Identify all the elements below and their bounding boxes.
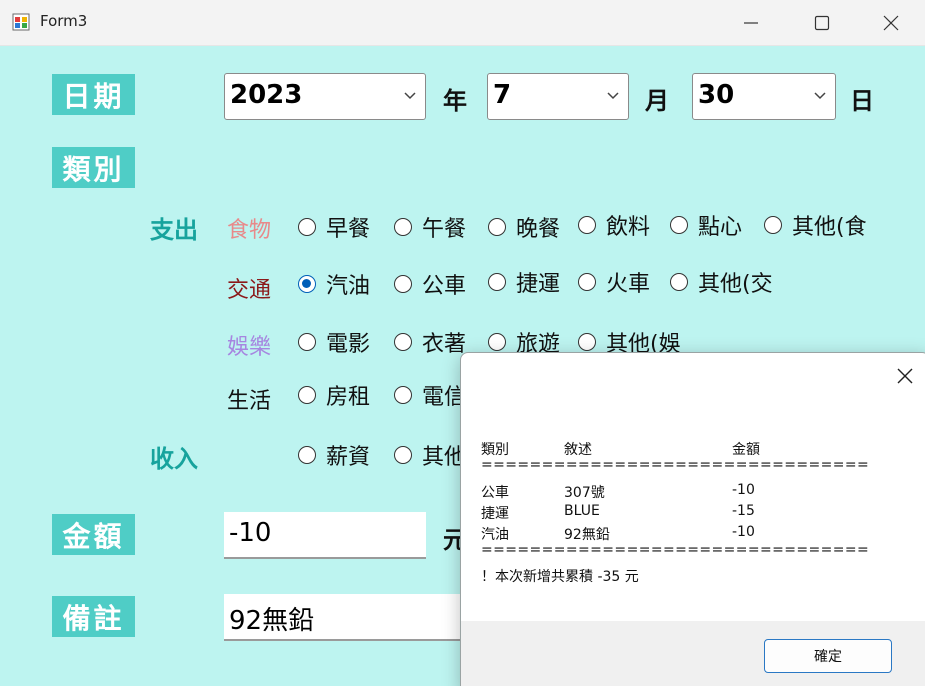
close-button[interactable] <box>856 0 925 46</box>
date-label: 日期 <box>52 74 135 115</box>
chevron-down-icon <box>404 92 416 100</box>
radio-selected-indicator <box>298 275 316 293</box>
expense-label: 支出 <box>150 216 198 244</box>
radio-snack[interactable]: 點心 <box>670 212 742 240</box>
message-dialog: 類別 敘述 金額 ===============================… <box>460 352 925 686</box>
row-description: BLUE <box>564 503 600 519</box>
chevron-down-icon <box>814 92 826 100</box>
radio-rent[interactable]: 房租 <box>298 382 370 410</box>
note-label: 備註 <box>52 596 135 637</box>
radio-transport-other[interactable]: 其他(交 <box>670 269 773 297</box>
row-category: 汽油 <box>481 527 509 543</box>
year-unit: 年 <box>443 87 467 115</box>
living-label: 生活 <box>227 389 272 414</box>
radio-dinner[interactable]: 晚餐 <box>488 214 560 242</box>
header-category: 類別 <box>481 442 509 458</box>
dialog-body: 類別 敘述 金額 ===============================… <box>461 399 925 621</box>
radio-mrt[interactable]: 捷運 <box>488 269 560 297</box>
dialog-footer: 確定 <box>461 621 925 686</box>
radio-clothing[interactable]: 衣著 <box>394 329 466 357</box>
day-select[interactable]: 30 <box>692 73 836 120</box>
note-input[interactable]: 92無鉛 <box>224 594 474 641</box>
entertainment-label: 娛樂 <box>227 335 272 360</box>
radio-train[interactable]: 火車 <box>578 269 650 297</box>
maximize-icon <box>814 15 830 31</box>
row-description: 92無鉛 <box>564 527 610 543</box>
category-label: 類別 <box>52 147 135 188</box>
year-select[interactable]: 2023 <box>224 73 426 120</box>
row-category: 捷運 <box>481 506 509 522</box>
summary-text: ！本次新增共累積 -35 元 <box>481 569 639 585</box>
radio-food-other[interactable]: 其他(食 <box>764 212 867 240</box>
minimize-button[interactable] <box>716 0 786 46</box>
income-label: 收入 <box>150 445 198 473</box>
close-icon <box>897 368 913 384</box>
month-unit: 月 <box>645 87 669 115</box>
radio-salary[interactable]: 薪資 <box>298 442 370 470</box>
radio-telecom[interactable]: 電信 <box>394 382 466 410</box>
amount-label: 金額 <box>52 514 135 555</box>
radio-gas[interactable]: 汽油 <box>298 271 370 299</box>
food-label: 食物 <box>227 218 272 243</box>
header-amount: 金額 <box>732 442 760 458</box>
app-icon <box>12 13 30 31</box>
month-select[interactable]: 7 <box>487 73 629 120</box>
amount-value: -10 <box>229 518 272 548</box>
separator-line: ================================ <box>481 457 870 473</box>
header-description: 敘述 <box>564 442 592 458</box>
window-title: Form3 <box>40 12 88 30</box>
separator-line: ================================ <box>481 542 870 558</box>
title-bar: Form3 <box>0 0 925 46</box>
radio-bus[interactable]: 公車 <box>394 271 466 299</box>
chevron-down-icon <box>607 92 619 100</box>
day-value: 30 <box>698 80 735 110</box>
row-amount: -10 <box>732 524 755 540</box>
amount-input[interactable]: -10 <box>224 512 426 559</box>
dialog-close-button[interactable] <box>881 353 925 399</box>
radio-income-other[interactable]: 其他 <box>394 442 466 470</box>
row-amount: -10 <box>732 482 755 498</box>
ok-button[interactable]: 確定 <box>764 639 892 673</box>
transport-label: 交通 <box>227 278 272 303</box>
radio-movie[interactable]: 電影 <box>298 329 370 357</box>
month-value: 7 <box>493 80 512 110</box>
radio-breakfast[interactable]: 早餐 <box>298 214 370 242</box>
close-icon <box>883 15 899 31</box>
radio-drink[interactable]: 飲料 <box>578 212 650 240</box>
row-amount: -15 <box>732 503 755 519</box>
radio-lunch[interactable]: 午餐 <box>394 214 466 242</box>
row-category: 公車 <box>481 485 509 501</box>
row-description: 307號 <box>564 485 605 501</box>
note-value: 92無鉛 <box>229 606 315 636</box>
minimize-icon <box>744 22 758 24</box>
maximize-button[interactable] <box>787 0 857 46</box>
year-value: 2023 <box>230 80 303 110</box>
day-unit: 日 <box>850 87 874 115</box>
